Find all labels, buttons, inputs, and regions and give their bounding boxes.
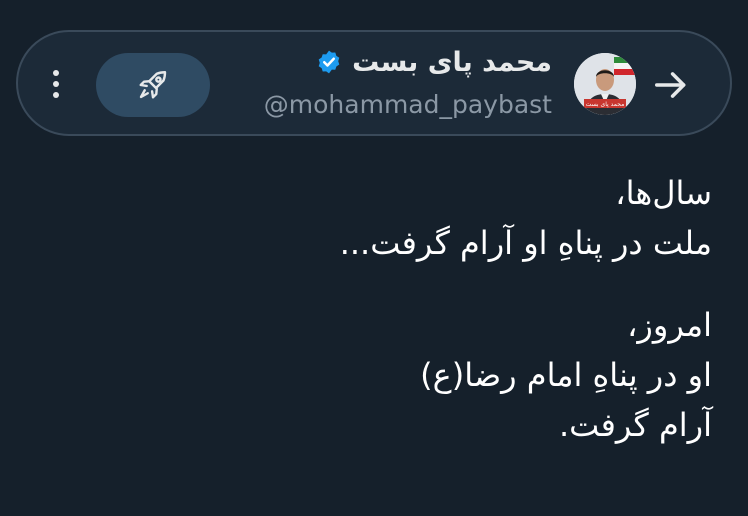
menu-dot xyxy=(53,81,59,87)
avatar[interactable]: محمد پای بست xyxy=(574,53,636,115)
user-handle[interactable]: @mohammad_paybast xyxy=(264,90,552,119)
display-name[interactable]: محمد پای بست xyxy=(352,47,552,78)
menu-dot xyxy=(53,70,59,76)
avatar-caption: محمد پای بست xyxy=(586,101,625,108)
tweet-line: سال‌ها، xyxy=(615,174,712,212)
arrow-right-icon[interactable] xyxy=(652,66,690,104)
menu-dot xyxy=(53,92,59,98)
more-menu-button[interactable] xyxy=(44,62,68,106)
rocket-icon xyxy=(139,71,167,99)
tweet-text: سال‌ها، ملت در پناهِ او آرام گرفت... امر… xyxy=(52,168,712,450)
tweet-line: ملت در پناهِ او آرام گرفت... xyxy=(339,224,712,262)
tweet-line: آرام گرفت. xyxy=(559,406,712,444)
tweet-line: او در پناهِ امام رضا(ع) xyxy=(420,356,712,394)
avatar-photo: محمد پای بست xyxy=(574,53,636,115)
display-name-row: محمد پای بست xyxy=(316,44,552,80)
tweet-line: امروز، xyxy=(627,306,712,344)
verified-badge-icon xyxy=(318,50,340,74)
boost-button[interactable] xyxy=(96,53,210,117)
